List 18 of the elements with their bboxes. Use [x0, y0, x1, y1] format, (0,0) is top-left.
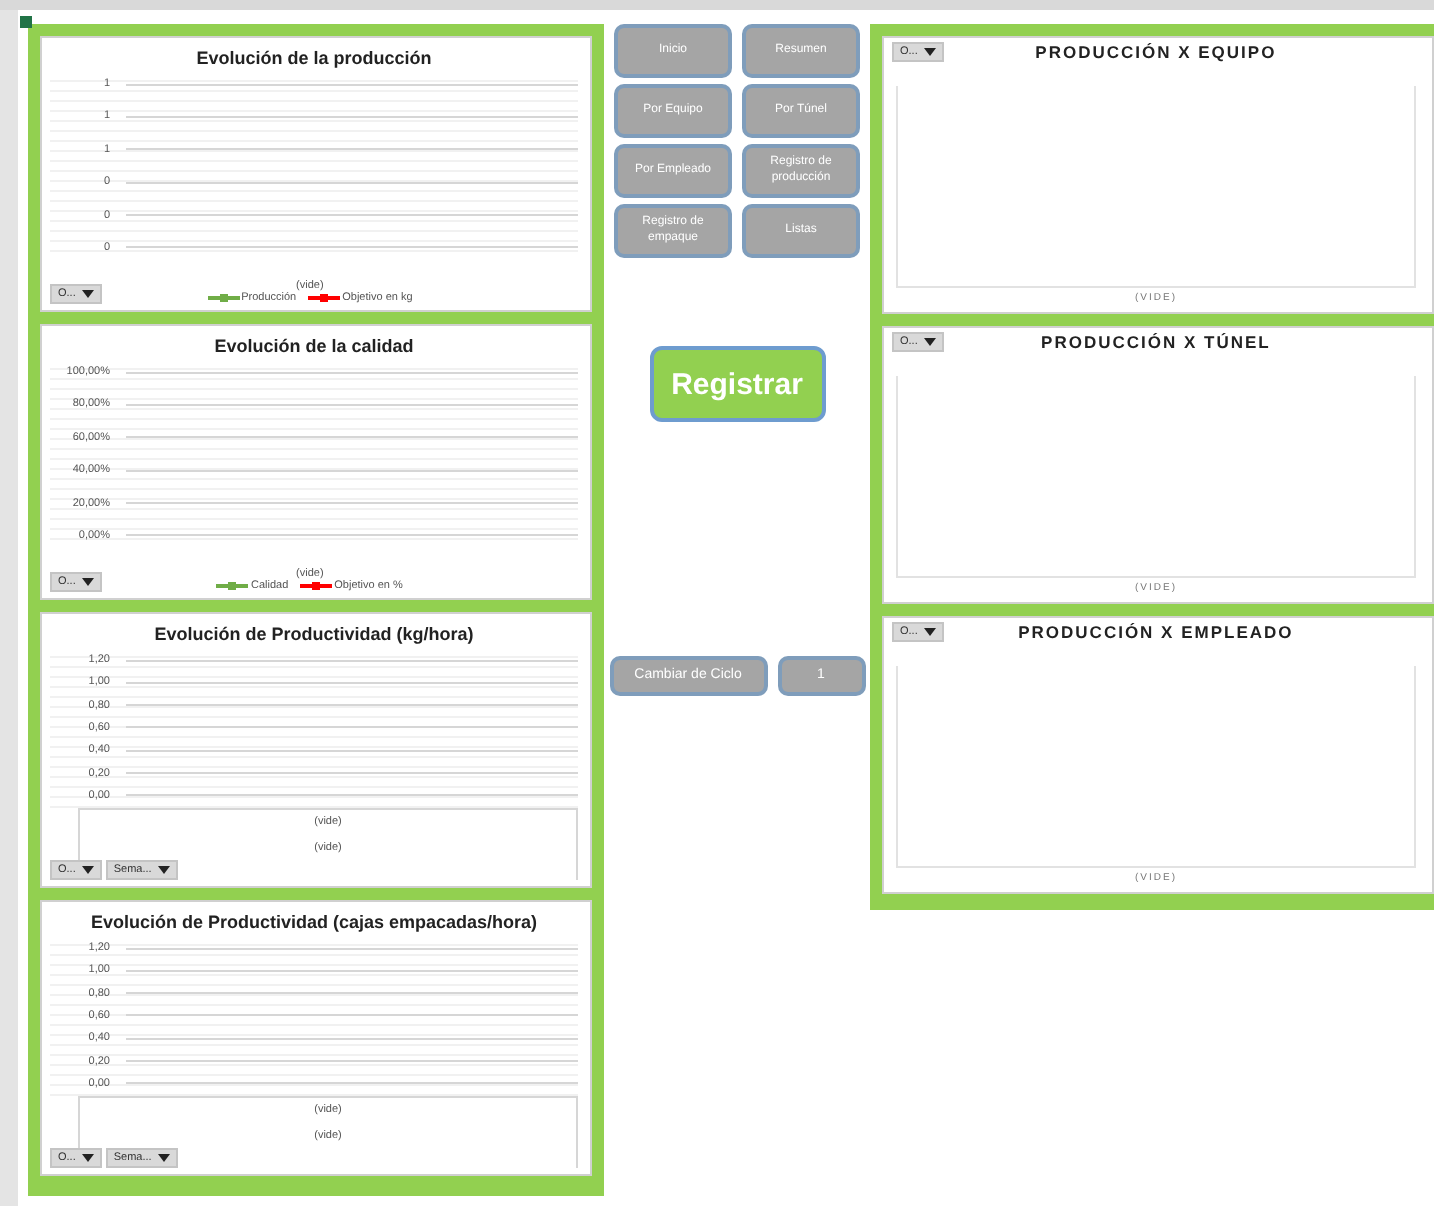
- chart-title: Evolución de la calidad: [212, 334, 416, 360]
- caret-icon: [81, 866, 94, 874]
- chart-title: Evolución de Productividad (cajas empacadas/hora): [88, 910, 540, 936]
- chart-title: PRODUCCIÓN X EMPLEADO: [1016, 622, 1296, 642]
- chart-title: PRODUCCIÓN X TÚNEL: [1039, 332, 1273, 352]
- caret-icon: [157, 1154, 170, 1162]
- register-button[interactable]: Registrar: [649, 346, 825, 422]
- cell-marker-icon: [20, 16, 32, 28]
- caret-icon: [81, 290, 94, 298]
- chart-title: Evolución de Productividad (kg/hora): [152, 622, 476, 648]
- chart-title: PRODUCCIÓN X EQUIPO: [1033, 42, 1279, 62]
- caret-icon: [81, 1154, 94, 1162]
- caret-icon: [923, 338, 936, 346]
- caret-icon: [923, 48, 936, 56]
- chart-title: Evolución de la producción: [194, 46, 434, 72]
- caret-icon: [157, 866, 170, 874]
- caret-icon: [923, 628, 936, 636]
- caret-icon: [81, 578, 94, 586]
